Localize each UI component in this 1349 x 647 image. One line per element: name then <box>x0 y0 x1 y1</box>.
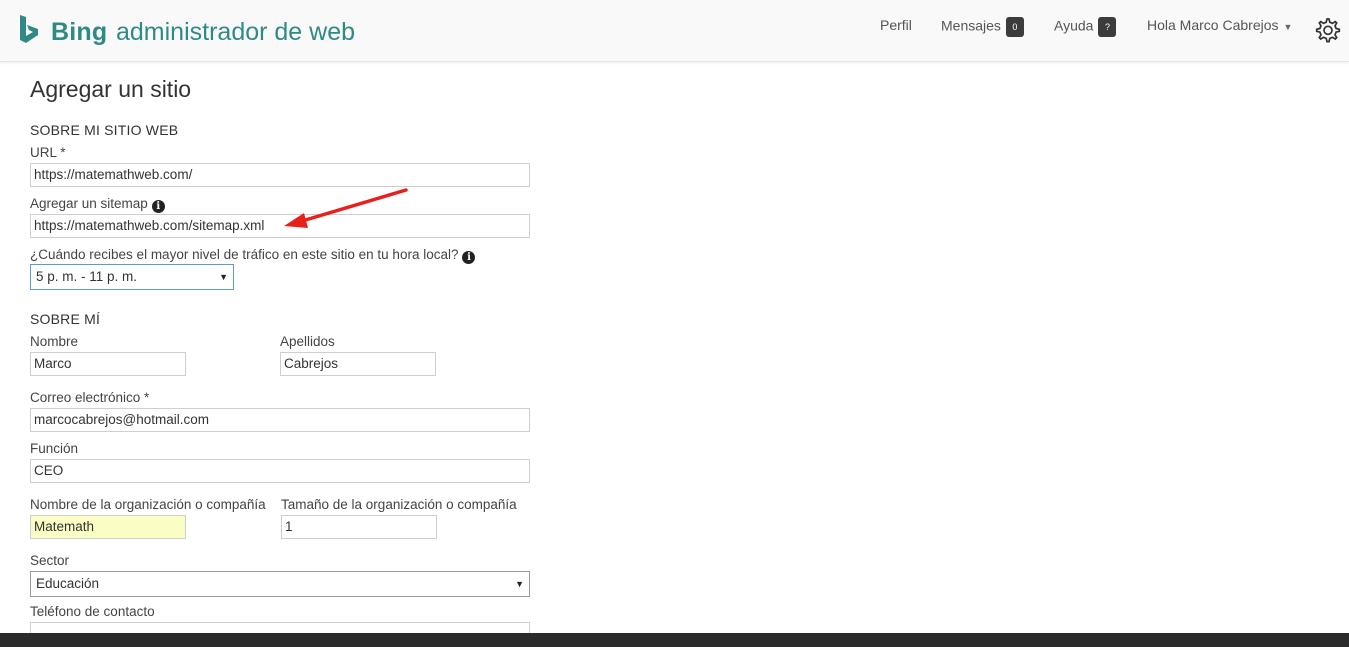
dropdown-arrow-icon: ▼ <box>515 579 524 589</box>
site-section-heading: SOBRE MI SITIO WEB <box>30 122 179 138</box>
nav-ayuda[interactable]: Ayuda? <box>1054 17 1117 37</box>
dropdown-arrow-icon: ▼ <box>219 272 228 282</box>
product-name[interactable]: administrador de web <box>116 18 355 47</box>
nav-mensajes[interactable]: Mensajes 0 <box>941 17 1024 37</box>
traffic-select-value: 5 p. m. - 11 p. m. <box>36 269 138 284</box>
sector-label: Sector <box>30 553 70 568</box>
info-icon[interactable]: i <box>462 251 476 264</box>
sitemap-label: Agregar un sitemap i <box>30 196 165 213</box>
traffic-label-text: ¿Cuándo recibes el mayor nivel de tráfic… <box>30 247 459 262</box>
sitemap-label-text: Agregar un sitemap <box>30 196 148 211</box>
org-input[interactable]: Matemath <box>30 515 186 539</box>
footer-bar <box>0 633 1349 647</box>
nav-perfil[interactable]: Perfil <box>880 17 912 33</box>
size-input[interactable]: 1 <box>281 515 437 539</box>
url-input[interactable]: https://matemathweb.com/ <box>30 163 530 187</box>
apellidos-label: Apellidos <box>280 334 335 349</box>
bing-logo-icon[interactable] <box>18 14 40 46</box>
red-arrow-annotation <box>284 188 408 228</box>
page-title: Agregar un sitio <box>30 76 192 102</box>
nav-ayuda-label: Ayuda <box>1054 17 1094 34</box>
info-icon[interactable]: i <box>151 200 165 213</box>
telefono-label: Teléfono de contacto <box>30 604 155 619</box>
traffic-label: ¿Cuándo recibes el mayor nivel de tráfic… <box>30 247 476 264</box>
help-badge: ? <box>1098 17 1117 37</box>
email-field[interactable]: marcocabrejos@hotmail.com <box>30 408 530 432</box>
brand-name[interactable]: Bing <box>51 18 107 47</box>
size-label: Tamaño de la organización o compañía <box>281 497 517 512</box>
apellidos-input[interactable]: Cabrejos <box>280 352 436 376</box>
top-bar: Bing administrador de web Perfil Mensaje… <box>0 0 1349 62</box>
funcion-label: Función <box>30 441 79 456</box>
correo-label: Correo electrónico * <box>30 390 150 405</box>
sector-select-value: Educación <box>36 576 100 591</box>
messages-count-badge: 0 <box>1005 17 1024 37</box>
gear-icon[interactable] <box>1313 16 1341 44</box>
funcion-input[interactable]: CEO <box>30 459 530 483</box>
user-menu[interactable]: Hola Marco Cabrejos ▼ <box>1147 17 1292 33</box>
url-label: URL * <box>30 145 66 160</box>
nombre-input[interactable]: Marco <box>30 352 186 376</box>
traffic-select[interactable]: 5 p. m. - 11 p. m. ▼ <box>30 264 234 290</box>
about-section-heading: SOBRE MÍ <box>30 311 101 327</box>
chevron-down-icon: ▼ <box>1283 22 1293 32</box>
user-greeting: Hola Marco Cabrejos <box>1147 17 1279 33</box>
nav-mensajes-label: Mensajes <box>941 17 1001 34</box>
sector-select[interactable]: Educación ▼ <box>30 571 530 597</box>
nombre-label: Nombre <box>30 334 79 349</box>
org-label: Nombre de la organización o compañía <box>30 497 266 512</box>
